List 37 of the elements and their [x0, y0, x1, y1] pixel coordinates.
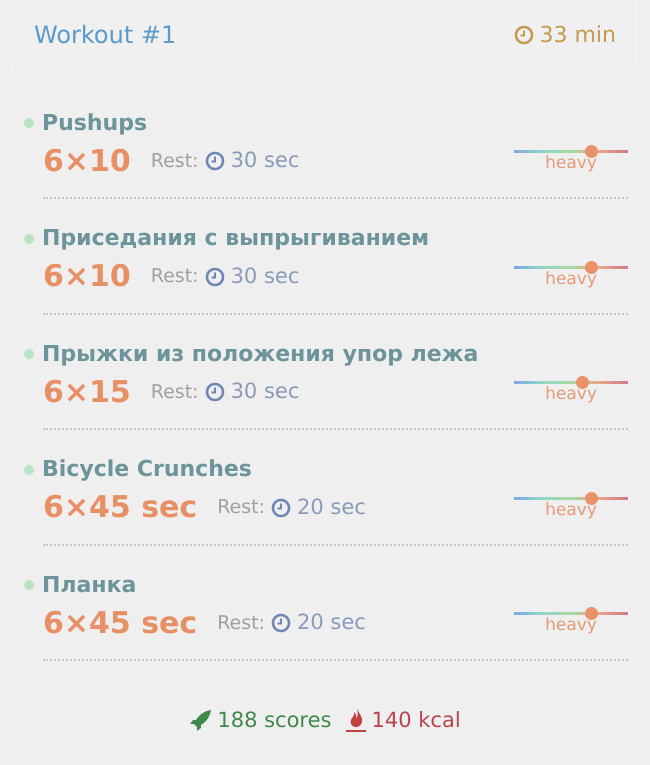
sets-reps: 6×45 sec [43, 604, 198, 642]
duration: 33 min [540, 22, 616, 50]
exercise-name: Планка [42, 572, 136, 600]
clock-icon [271, 613, 291, 633]
intensity-label: heavy [545, 385, 597, 403]
rest-label: Rest: [150, 264, 199, 290]
rest-label: Rest: [150, 148, 199, 174]
rest-label: Rest: [217, 495, 265, 520]
clock-icon [514, 25, 534, 45]
sets-reps: 6×10 [43, 142, 131, 180]
clock-icon [271, 498, 291, 518]
exercise-name: Приседания с выпрыгиванием [42, 225, 430, 253]
sets-reps: 6×15 [43, 374, 131, 412]
rest-time: 20 sec [297, 609, 366, 636]
clock-icon [204, 382, 225, 402]
rest-time: 30 sec [230, 262, 300, 290]
flame-icon [345, 707, 368, 734]
scores: 188 scores [217, 706, 332, 734]
workout-title: Workout #1 [34, 20, 176, 51]
rest-label: Rest: [217, 610, 265, 636]
sets-reps: 6×45 sec [43, 489, 198, 527]
exercise-name: Прыжки из положения упор лежа [42, 340, 478, 368]
intensity-label: heavy [545, 270, 597, 288]
sets-reps: 6×10 [43, 258, 131, 296]
intensity-label: heavy [545, 154, 597, 172]
exercise-name: Bicycle Crunches [42, 456, 252, 484]
calories: 140 kcal [371, 706, 461, 734]
intensity-label: heavy [545, 500, 597, 518]
clock-icon [204, 151, 225, 171]
clock-icon [204, 266, 225, 286]
intensity-label: heavy [545, 616, 597, 634]
rest-time: 20 sec [297, 494, 366, 521]
rest-time: 30 sec [230, 378, 300, 406]
rocket-icon [189, 708, 214, 732]
rest-label: Rest: [150, 380, 199, 405]
exercise-name: Pushups [42, 110, 148, 138]
rest-time: 30 sec [230, 147, 300, 174]
